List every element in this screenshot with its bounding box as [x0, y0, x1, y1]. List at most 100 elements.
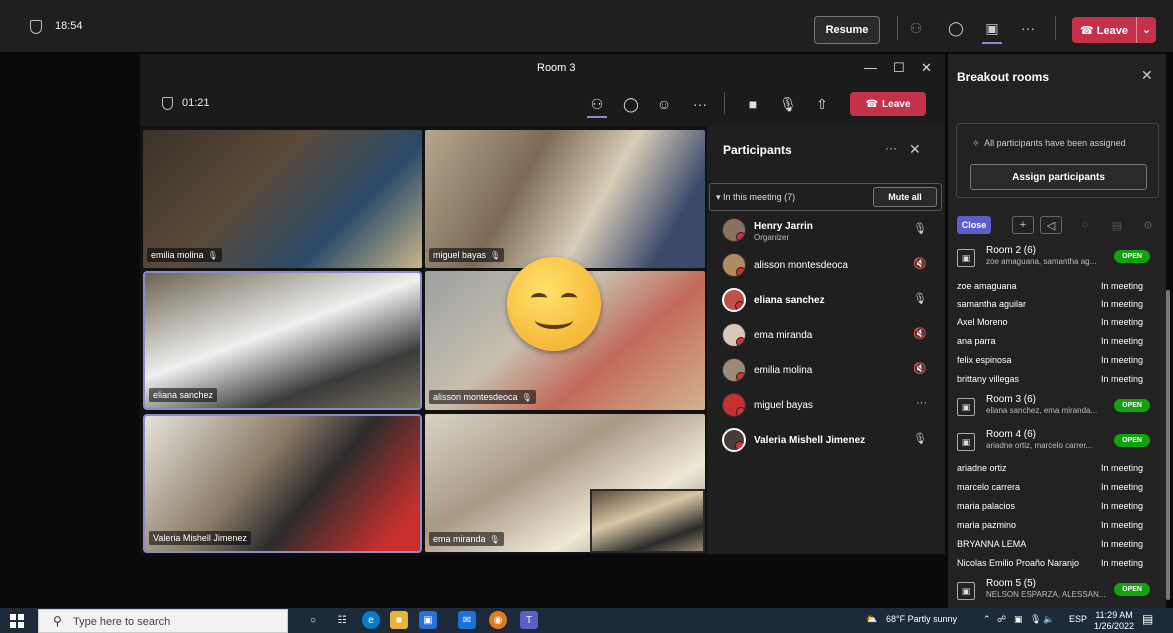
participant-name: Henry Jarrin — [754, 221, 813, 232]
microphone-icon[interactable]: 🎙 — [778, 95, 798, 113]
taskbar-time: 11:29 AM — [1095, 610, 1133, 620]
announcement-icon[interactable]: ◁ — [1040, 216, 1062, 234]
room-window-title: Room 3 — [537, 62, 576, 74]
breakout-room-row[interactable]: ▣ Room 4 (6) ariadne ortiz, marcelo carr… — [957, 429, 1150, 457]
file-explorer-icon[interactable]: ■ — [390, 611, 408, 629]
delete-icon: ▤ — [1111, 219, 1123, 232]
room-member-row: BRYANNA LEMA In meeting — [957, 539, 1143, 549]
avatar — [722, 253, 746, 277]
notification-icon[interactable]: ▤ — [1142, 612, 1153, 626]
add-room-icon[interactable]: + — [1012, 216, 1034, 234]
search-placeholder: Type here to search — [73, 616, 171, 628]
participant-name: eliana sanchez — [754, 295, 825, 306]
camera-icon[interactable]: ■ — [743, 95, 763, 113]
video-tile[interactable]: miguel bayas 🎙 — [425, 130, 705, 268]
breakout-room-row[interactable]: ▣ Room 3 (6) eliana sanchez, ema miranda… — [957, 394, 1150, 422]
participant-row[interactable]: ema miranda 🔇 — [722, 321, 937, 351]
room-name: Room 2 (6) — [986, 245, 1037, 256]
cortana-icon[interactable]: ○ — [304, 611, 322, 629]
mail-icon[interactable]: ✉ — [458, 611, 476, 629]
settings-icon: ⚙ — [1143, 219, 1153, 232]
participant-name: miguel bayas — [754, 400, 813, 411]
maximize-icon[interactable]: ☐ — [893, 60, 905, 76]
room-members: zoe amaguana, samantha ag... — [986, 257, 1097, 266]
avatar — [722, 218, 746, 242]
reactions-icon[interactable]: ☺ — [654, 95, 674, 113]
participant-row[interactable]: Henry Jarrin Organizer 🎙 — [722, 216, 937, 246]
edge-browser-icon[interactable]: e — [362, 611, 380, 629]
chevron-up-icon[interactable]: ⌃ — [983, 614, 991, 625]
taskbar-clock[interactable]: 11:29 AM 1/26/2022 — [1094, 610, 1134, 632]
teams-icon[interactable]: T — [520, 611, 538, 629]
share-screen-icon[interactable]: ⇧ — [812, 95, 832, 113]
microphone-icon[interactable]: 🎙 — [1030, 614, 1041, 625]
participant-row[interactable]: Valeria Mishell Jimenez 🎙 — [722, 426, 937, 456]
taskbar-search-input[interactable]: ⚲ Type here to search — [38, 609, 288, 633]
breakout-rooms-icon[interactable]: ▣ — [981, 18, 1003, 38]
room-member-row: marcelo carrera In meeting — [957, 482, 1143, 492]
room-member-row: Axel Moreno In meeting — [957, 317, 1143, 327]
participant-row[interactable]: alisson montesdeoca 🔇 — [722, 251, 937, 281]
breakout-room-row[interactable]: ▣ Room 2 (6) zoe amaguana, samantha ag..… — [957, 245, 1150, 273]
room-member-row: felix espinosa In meeting — [957, 355, 1143, 365]
leave-room-button[interactable]: ☎ Leave — [850, 92, 926, 116]
participant-name-tag: alisson montesdeoca 🎙 — [429, 390, 536, 404]
emoji-mouth — [535, 311, 573, 329]
chat-icon[interactable]: ◯ — [945, 18, 967, 38]
more-options-icon[interactable]: ··· — [690, 95, 710, 113]
mic-muted-icon: 🔇 — [913, 363, 927, 375]
room-name: Room 3 (6) — [986, 394, 1037, 405]
participant-row[interactable]: miguel bayas ··· — [722, 391, 937, 421]
breakout-room-row[interactable]: ▣ Room 5 (5) NELSON ESPARZA, ALESSAN... … — [957, 578, 1150, 606]
task-view-icon[interactable]: ☷ — [333, 611, 351, 629]
participant-name-tag: miguel bayas 🎙 — [429, 248, 505, 262]
mic-muted-icon: 🎙 — [207, 251, 218, 260]
sparkle-icon: ✧ — [972, 138, 980, 148]
close-icon[interactable]: ✕ — [909, 141, 921, 158]
room-icon: ▣ — [957, 398, 975, 416]
windows-start-icon[interactable] — [10, 614, 24, 628]
assign-participants-button[interactable]: Assign participants — [970, 164, 1147, 190]
microphone-icon: 🎙 — [913, 223, 927, 235]
resume-button[interactable]: Resume — [814, 16, 880, 44]
room-timer: 01:21 — [182, 97, 210, 109]
participant-row[interactable]: eliana sanchez 🎙 — [722, 286, 937, 316]
store-icon[interactable]: ▣ — [419, 611, 437, 629]
room-member-row: Nicolas Emilio Proaño Naranjo In meeting — [957, 558, 1143, 568]
more-options-icon[interactable]: ··· — [1017, 18, 1039, 38]
close-icon[interactable]: ✕ — [921, 60, 932, 76]
participant-row[interactable]: emilia molina 🔇 — [722, 356, 937, 386]
video-tile[interactable]: emilia molina 🎙 — [143, 130, 422, 268]
breakout-rooms-title: Breakout rooms — [957, 70, 1050, 84]
chat-icon[interactable]: ◯ — [621, 95, 641, 113]
video-tile-speaking[interactable]: Valeria Mishell Jimenez — [143, 414, 422, 553]
scrollbar[interactable] — [1166, 290, 1170, 600]
brave-browser-icon[interactable]: ◉ — [489, 611, 507, 629]
self-view-video[interactable] — [590, 489, 705, 553]
leave-meeting-button[interactable]: ☎ Leave ⌄ — [1072, 17, 1156, 43]
taskbar-date: 1/26/2022 — [1094, 621, 1135, 631]
microphone-icon: 🎙 — [913, 293, 927, 305]
network-icon[interactable]: ☍ — [997, 614, 1006, 625]
mute-all-button[interactable]: Mute all — [873, 187, 937, 207]
minimize-icon[interactable]: — — [864, 60, 877, 75]
more-options-icon[interactable]: ··· — [885, 141, 897, 155]
language-indicator[interactable]: ESP — [1069, 614, 1087, 624]
chevron-down-icon: ▾ — [716, 192, 721, 202]
video-tile-speaking[interactable]: eliana sanchez — [143, 271, 422, 410]
meeting-timer: 18:54 — [55, 20, 83, 32]
room-name: Room 4 (6) — [986, 429, 1037, 440]
close-icon[interactable]: ✕ — [1141, 67, 1153, 84]
meet-now-icon[interactable]: ▣ — [1014, 614, 1023, 625]
people-icon[interactable]: ⚇ — [587, 95, 607, 113]
group-label: ▾ In this meeting (7) — [716, 192, 796, 202]
people-icon[interactable]: ⚇ — [905, 18, 927, 38]
close-rooms-button[interactable]: Close — [957, 216, 991, 234]
weather-status[interactable]: 68°F Partly sunny — [886, 614, 957, 624]
mic-muted-icon: 🔇 — [913, 258, 927, 270]
volume-icon[interactable]: 🔈 — [1043, 614, 1054, 625]
more-options-icon[interactable]: ··· — [916, 397, 927, 409]
chevron-down-icon[interactable]: ⌄ — [1136, 17, 1156, 43]
leave-text: Leave — [1096, 24, 1128, 37]
participant-name: alisson montesdeoca — [754, 260, 848, 271]
